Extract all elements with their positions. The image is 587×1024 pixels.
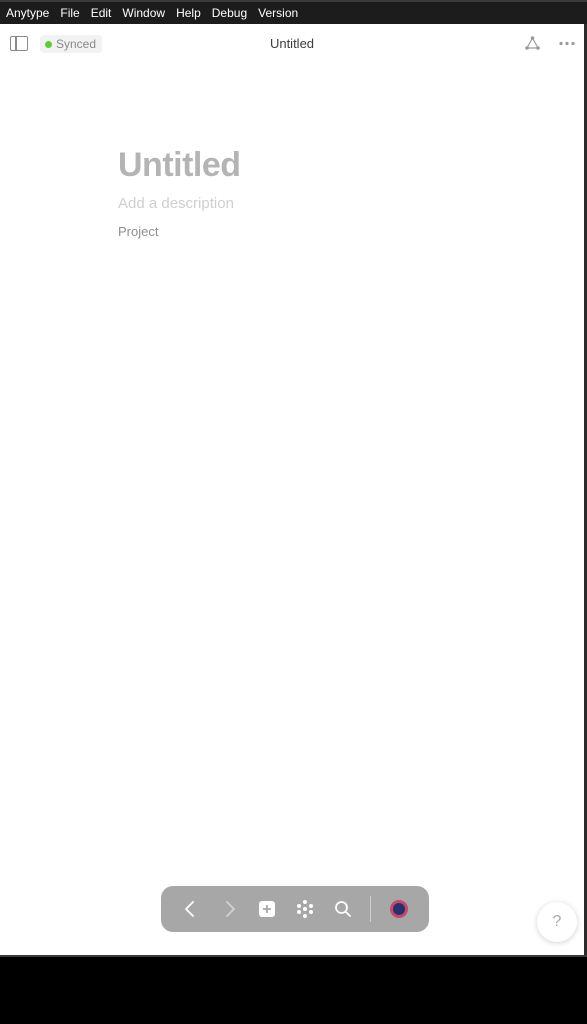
page-header: Synced Untitled <box>0 24 584 64</box>
description-field[interactable]: Add a description <box>118 195 234 212</box>
more-options-icon[interactable] <box>558 35 576 52</box>
navigation-bar <box>161 886 429 932</box>
back-icon[interactable] <box>178 897 202 921</box>
app-window: Synced Untitled Untitled Add a descripti <box>0 24 587 955</box>
menu-version[interactable]: Version <box>258 2 298 24</box>
search-icon[interactable] <box>331 897 355 921</box>
desktop-background <box>0 955 587 1024</box>
page-title[interactable]: Untitled <box>118 146 241 185</box>
menu-debug[interactable]: Debug <box>212 2 247 24</box>
graph-icon[interactable] <box>524 35 541 52</box>
menu-help[interactable]: Help <box>176 2 201 24</box>
help-button[interactable]: ? <box>537 902 577 942</box>
menu-file[interactable]: File <box>60 2 79 24</box>
menu-window[interactable]: Window <box>122 2 165 24</box>
header-title[interactable]: Untitled <box>0 36 584 51</box>
navbar-divider <box>370 896 371 922</box>
app-menubar: Anytype File Edit Window Help Debug Vers… <box>0 0 587 24</box>
menu-anytype[interactable]: Anytype <box>6 2 49 24</box>
object-type-label[interactable]: Project <box>118 224 158 239</box>
menu-edit[interactable]: Edit <box>91 2 112 24</box>
account-avatar[interactable] <box>387 897 411 921</box>
graph-dots-icon[interactable] <box>293 897 317 921</box>
forward-icon[interactable] <box>218 897 242 921</box>
plus-icon[interactable] <box>255 897 279 921</box>
